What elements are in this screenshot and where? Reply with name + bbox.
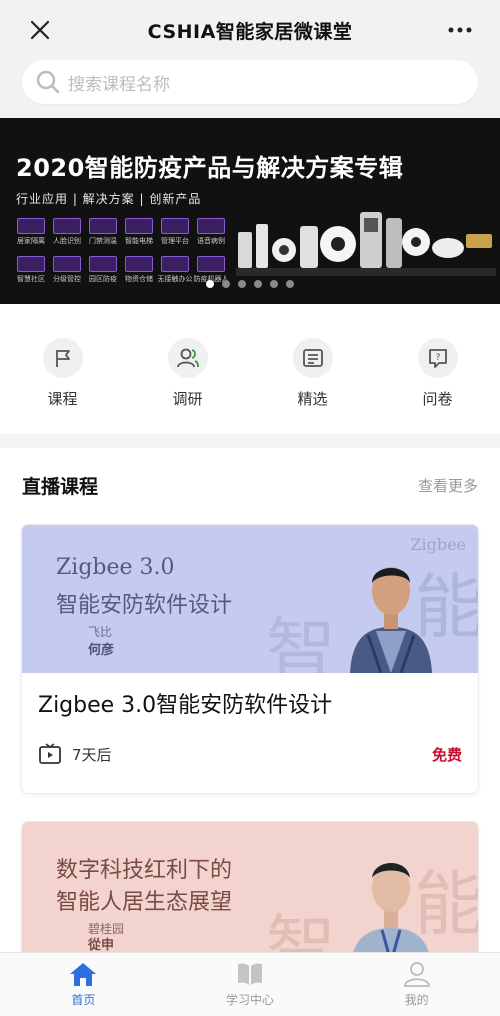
close-icon [30,20,50,40]
person-icon [403,962,430,987]
price-badge: 免费 [431,745,462,764]
tab-label: 首页 [71,993,96,1007]
speaker-photo [350,567,432,673]
nav-item-label: 调研 [172,390,203,408]
promo-banner[interactable]: 2020智能防疫产品与解决方案专辑 行业应用 | 解决方案 | 创新产品 居家隔… [0,118,500,304]
cover-title-line: 数字科技红利下的 [56,858,233,883]
feature-icon [125,256,153,272]
nav-item-featured[interactable]: 精选 [250,304,375,434]
users-icon [167,338,208,378]
carousel-dot[interactable] [238,280,246,288]
course-title: Zigbee 3.0智能安防软件设计 [38,693,333,718]
list-card-icon [292,338,333,378]
search-icon [36,70,60,94]
close-button[interactable] [24,14,56,46]
banner-feature-cell: 人脸识别 [52,218,82,246]
title-bar: CSHIA智能家居微课堂 [0,0,500,60]
page-title: CSHIA智能家居微课堂 [147,20,353,43]
speaker-photo [350,863,432,962]
question-bubble-icon: ? [417,338,458,378]
home-icon [70,963,97,986]
feature-icon [161,256,189,272]
flag-icon [42,338,83,378]
banner-title: 2020智能防疫产品与解决方案专辑 [16,154,404,182]
nav-item-questionnaire[interactable]: ? 问卷 [375,304,500,434]
feature-caption: 人脸识别 [53,237,81,245]
cover-organization: 飞比 [88,625,113,639]
search-input[interactable]: 搜索课程名称 [22,60,478,104]
tab-label: 我的 [404,993,429,1007]
nav-item-label: 课程 [47,390,78,408]
tab-label: 学习中心 [226,993,275,1007]
course-card[interactable]: 智 能 数字科技红利下的 智能人居生态展望 碧桂园 從申 [22,822,478,962]
carousel-dot[interactable] [270,280,278,288]
course-cover: 智 能 数字科技红利下的 智能人居生态展望 碧桂园 從申 [22,822,478,962]
carousel-dot[interactable] [222,280,230,288]
feature-icon [53,218,81,234]
tv-icon [39,743,61,764]
feature-icon [89,218,117,234]
feature-caption: 智能电梯 [125,237,153,245]
nav-item-survey[interactable]: 调研 [125,304,250,434]
nav-item-label: 问卷 [422,390,453,408]
section-divider [0,434,500,448]
section-title: 直播课程 [22,475,99,498]
feature-icon [53,256,81,272]
nav-item-label: 精选 [297,390,328,408]
carousel-dot[interactable] [286,280,294,288]
search-placeholder: 搜索课程名称 [68,74,170,95]
banner-subtitle: 行业应用 | 解决方案 | 创新产品 [16,192,202,206]
banner-feature-cell: 门禁测温 [88,218,118,246]
quick-nav: 课程 调研 精选 ? 问卷 [0,304,500,434]
cover-title-line: Zigbee 3.0 [56,555,175,580]
feature-icon [125,218,153,234]
cover-watermark: 智 [266,610,336,673]
feature-caption: 居家隔离 [17,237,45,245]
search-area: 搜索课程名称 [0,60,500,118]
cover-title-line: 智能人居生态展望 [56,890,233,915]
course-meta: 7天后 免费 [38,743,462,765]
more-button[interactable] [444,14,476,46]
view-more-link[interactable]: 查看更多 [418,475,478,496]
course-cover: 智 能 Zigbee Zigbee 3.0 智能安防软件设计 飞比 何彦 [22,525,478,673]
feature-icon [197,218,225,234]
feature-icon [89,256,117,272]
banner-feature-cell: 智能电梯 [124,218,154,246]
banner-feature-cell: 管理平台 [160,218,190,246]
feature-caption: 管理平台 [161,237,189,245]
feature-caption: 语音病例 [197,237,225,245]
book-icon [238,963,262,985]
cover-speaker: 何彦 [88,643,115,658]
feature-icon [161,218,189,234]
banner-feature-cell: 语音病例 [196,218,226,246]
cover-title-line: 智能安防软件设计 [56,593,233,618]
bottom-tab-bar: 首页 学习中心 我的 [0,952,500,1016]
more-dots-icon [448,27,472,33]
carousel-dots[interactable] [0,280,500,288]
banner-feature-grid: 居家隔离 人脸识别 门禁测温 智能电梯 管理平台 语音病例 智慧社区 分级管控 园区防疫 物资仓储… [16,218,229,284]
tab-home[interactable]: 首页 [0,953,167,1016]
feature-caption: 门禁测温 [89,237,117,245]
carousel-dot[interactable] [254,280,262,288]
carousel-dot[interactable] [206,280,214,288]
product-lineup-image [236,212,496,276]
tab-learning-center[interactable]: 学习中心 [167,953,334,1016]
svg-text:?: ? [435,353,440,363]
feature-icon [17,218,45,234]
banner-feature-cell: 居家隔离 [16,218,46,246]
cover-speaker: 從申 [88,938,115,953]
feature-icon [197,256,225,272]
live-courses-header: 直播课程 查看更多 [22,470,478,500]
course-card[interactable]: 智 能 Zigbee Zigbee 3.0 智能安防软件设计 飞比 何彦 Zig… [22,525,478,793]
feature-icon [17,256,45,272]
course-start-time: 7天后 [72,745,112,764]
tab-profile[interactable]: 我的 [333,953,500,1016]
nav-item-course[interactable]: 课程 [0,304,125,434]
